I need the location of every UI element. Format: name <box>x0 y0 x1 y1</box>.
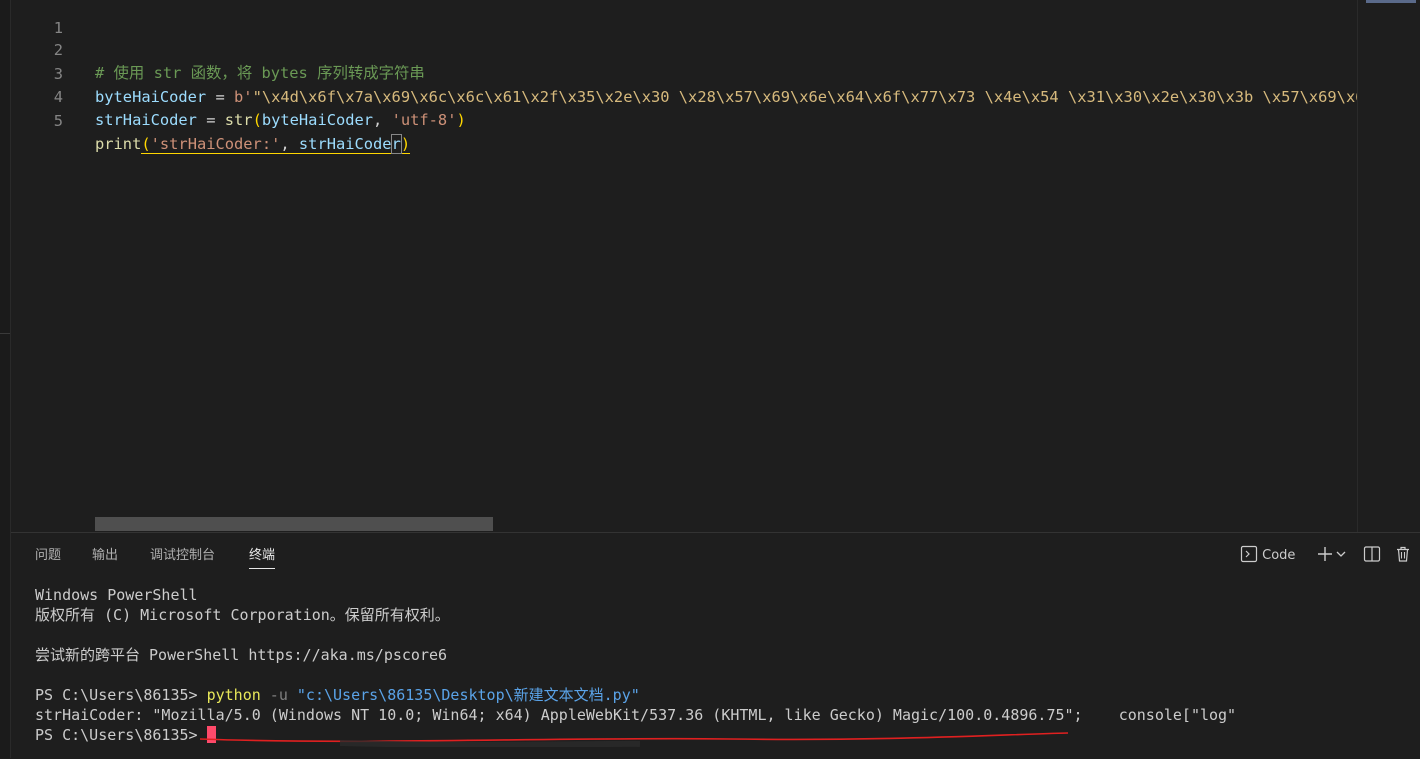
bytes-prefix: b' <box>234 88 253 106</box>
tab-terminal[interactable]: 终端 <box>249 546 276 569</box>
terminal-program-output: strHaiCoder: "Mozilla/5.0 (Windows NT 10… <box>35 706 1237 724</box>
assign-operator: = <box>206 88 235 106</box>
close-paren: ) <box>400 135 411 153</box>
terminal-output[interactable]: Windows PowerShell 版权所有 (C) Microsoft Co… <box>35 585 1405 745</box>
comma: , <box>280 135 299 153</box>
code-line-2[interactable]: 2 # 使用 str 函数，将 bytes 序列转成字符串 <box>11 16 425 82</box>
panel-actions: Code <box>1240 543 1420 569</box>
code-line-3[interactable]: 3 byteHaiCoder = b'"\x4d\x6f\x7a\x69\x6c… <box>11 40 1357 106</box>
function-name: str <box>224 111 253 129</box>
split-icon <box>1363 546 1381 562</box>
panel-tabs: 问题 输出 调试控制台 终端 <box>11 533 1111 579</box>
terminal-cursor <box>206 726 216 743</box>
trash-icon <box>1397 546 1409 562</box>
terminal-prompt: PS C:\Users\86135> <box>35 726 207 744</box>
terminal-dropdown-button[interactable] <box>1335 543 1347 569</box>
terminal-icon <box>1240 545 1258 563</box>
code-line-1[interactable]: 1 <box>11 0 63 37</box>
assign-operator: = <box>196 111 225 129</box>
bytes-literal: "\x4d\x6f\x7a\x69\x6c\x6c\x61\x2f\x35\x2… <box>252 88 1357 106</box>
argument: strHaiCode <box>298 135 392 153</box>
activity-edge <box>0 0 11 758</box>
line-number: 5 <box>53 112 63 130</box>
split-terminal-button[interactable] <box>1363 543 1381 569</box>
terminal-profile-label: Code <box>1262 548 1296 563</box>
chevron-down-icon <box>1336 551 1346 557</box>
bracket-pair-guide: ('strHaiCoder:', strHaiCoder) <box>141 134 411 154</box>
open-paren: ( <box>252 111 262 129</box>
tab-problems[interactable]: 问题 <box>35 546 61 566</box>
tab-debug-console[interactable]: 调试控制台 <box>150 546 215 566</box>
terminal-prompt-line[interactable]: PS C:\Users\86135> <box>35 725 1405 745</box>
command-name: python <box>206 686 261 704</box>
plus-icon <box>1318 547 1332 561</box>
command-path: "c:\Users\86135\Desktop\新建文本文档.py" <box>296 686 640 704</box>
minimap[interactable] <box>1357 0 1420 532</box>
code-line-4[interactable]: 4 strHaiCoder = str(byteHaiCoder, 'utf-8… <box>11 63 466 129</box>
argument: byteHaiCoder <box>261 111 374 129</box>
bottom-panel: 问题 输出 调试控制台 终端 Code Windows PowerShell 版… <box>11 532 1420 759</box>
text-cursor-char: r <box>390 134 402 154</box>
string-literal: 'strHaiCoder:' <box>150 135 281 153</box>
close-paren: ) <box>456 111 466 129</box>
function-name: print <box>95 135 142 153</box>
kill-terminal-button[interactable] <box>1394 543 1412 569</box>
terminal-line: 尝试新的跨平台 PowerShell https://aka.ms/pscore… <box>35 646 448 664</box>
comma: , <box>373 111 392 129</box>
command-flag: -u <box>260 686 297 704</box>
new-terminal-button[interactable] <box>1316 543 1334 569</box>
variable-name: byteHaiCoder <box>95 88 207 106</box>
variable-name: strHaiCoder <box>95 111 197 129</box>
code-comment: # 使用 str 函数，将 bytes 序列转成字符串 <box>95 64 425 82</box>
code-line-5[interactable]: 5 print('strHaiCoder:', strHaiCoder) <box>11 87 411 154</box>
open-paren: ( <box>141 135 151 153</box>
horizontal-scrollbar[interactable] <box>95 517 493 531</box>
tab-output[interactable]: 输出 <box>92 546 118 566</box>
terminal-profile-button[interactable]: Code <box>1240 543 1295 569</box>
string-literal: 'utf-8' <box>391 111 457 129</box>
terminal-prompt: PS C:\Users\86135> <box>35 686 207 704</box>
terminal-line: Windows PowerShell <box>35 586 198 604</box>
terminal-command-line: PS C:\Users\86135> python -u "c:\Users\8… <box>35 685 1405 705</box>
code-editor[interactable]: 1 2 # 使用 str 函数，将 bytes 序列转成字符串 3 byteHa… <box>11 0 1420 532</box>
terminal-line: 版权所有 (C) Microsoft Corporation。保留所有权利。 <box>35 606 450 624</box>
